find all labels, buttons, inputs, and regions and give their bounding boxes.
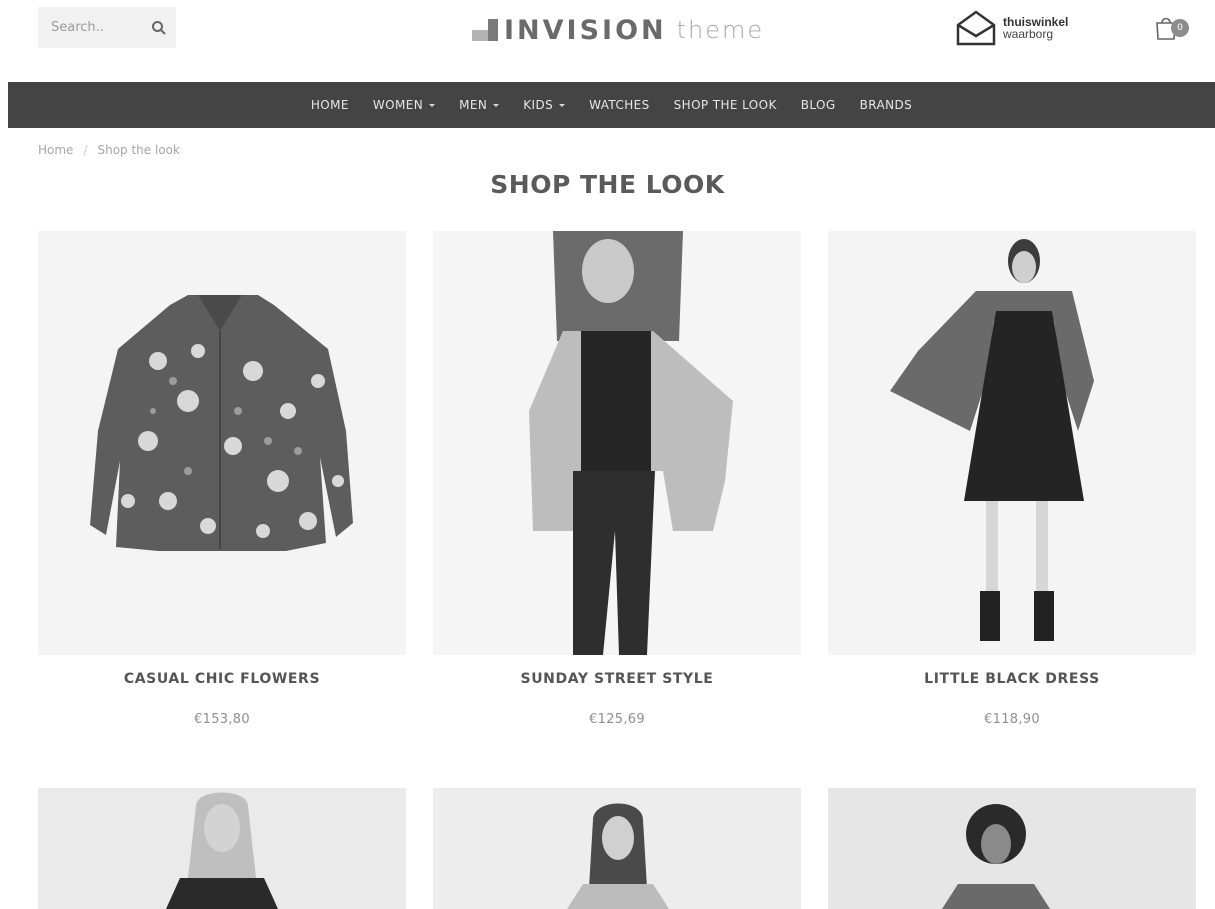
product-card-row2-2[interactable] bbox=[433, 788, 801, 909]
breadcrumb: Home / Shop the look bbox=[38, 143, 180, 157]
product-image[interactable] bbox=[828, 788, 1196, 909]
logo-sub: theme bbox=[676, 16, 765, 44]
house-icon bbox=[955, 9, 997, 47]
nav-label: HOME bbox=[310, 98, 349, 112]
logo-mark-icon bbox=[472, 19, 498, 41]
page-title: SHOP THE LOOK bbox=[490, 170, 725, 199]
product-price: €153,80 bbox=[194, 712, 250, 727]
product-name[interactable]: CASUAL CHIC FLOWERS bbox=[38, 671, 406, 687]
cart-button[interactable]: 0 bbox=[1154, 15, 1192, 41]
nav-item-shop-the-look[interactable]: SHOP THE LOOK bbox=[674, 98, 777, 112]
nav-item-blog[interactable]: BLOG bbox=[801, 98, 836, 112]
nav-label: MEN bbox=[459, 98, 488, 112]
product-image[interactable] bbox=[433, 231, 801, 655]
nav-label: BLOG bbox=[800, 98, 836, 112]
search-input[interactable] bbox=[51, 20, 151, 35]
badge-line2: waarborg bbox=[1003, 27, 1054, 41]
logo-brand: INVISION bbox=[504, 14, 667, 46]
product-card-row2-1[interactable] bbox=[38, 788, 406, 909]
thuiswinkel-badge[interactable]: thuiswinkel waarborg bbox=[955, 9, 1068, 47]
product-card-sunday-street-style[interactable]: SUNDAY STREET STYLE €125,69 bbox=[433, 231, 801, 727]
main-nav: HOME WOMEN MEN KIDS WATCHES SHOP THE LOO… bbox=[8, 82, 1215, 128]
product-name[interactable]: SUNDAY STREET STYLE bbox=[433, 671, 801, 687]
product-card-row2-3[interactable] bbox=[828, 788, 1196, 909]
product-card-casual-chic-flowers[interactable]: CASUAL CHIC FLOWERS €153,80 bbox=[38, 231, 406, 727]
nav-item-watches[interactable]: WATCHES bbox=[589, 98, 650, 112]
product-image[interactable] bbox=[38, 788, 406, 909]
breadcrumb-separator: / bbox=[83, 143, 88, 157]
nav-label: BRANDS bbox=[859, 98, 913, 112]
product-image[interactable] bbox=[828, 231, 1196, 655]
product-image[interactable] bbox=[38, 231, 406, 655]
search-box[interactable] bbox=[38, 7, 176, 48]
site-header: INVISION theme thuiswinkel waarborg 0 bbox=[0, 0, 1215, 82]
product-image[interactable] bbox=[433, 788, 801, 909]
nav-label: SHOP THE LOOK bbox=[673, 98, 777, 112]
site-logo[interactable]: INVISION theme bbox=[472, 12, 764, 48]
nav-label: WATCHES bbox=[589, 98, 650, 112]
product-name[interactable]: LITTLE BLACK DRESS bbox=[828, 671, 1196, 687]
search-icon[interactable] bbox=[151, 20, 167, 36]
nav-item-home[interactable]: HOME bbox=[311, 98, 349, 112]
nav-item-men[interactable]: MEN bbox=[459, 98, 500, 112]
nav-label: WOMEN bbox=[372, 98, 424, 112]
nav-item-kids[interactable]: KIDS bbox=[523, 98, 566, 112]
cart-count-badge: 0 bbox=[1171, 19, 1189, 37]
caret-down-icon bbox=[429, 103, 436, 107]
nav-label: KIDS bbox=[523, 98, 554, 112]
breadcrumb-current: Shop the look bbox=[97, 143, 180, 157]
product-card-little-black-dress[interactable]: LITTLE BLACK DRESS €118,90 bbox=[828, 231, 1196, 727]
caret-down-icon bbox=[493, 103, 500, 107]
product-price: €118,90 bbox=[984, 712, 1040, 727]
breadcrumb-home[interactable]: Home bbox=[38, 143, 73, 157]
nav-item-brands[interactable]: BRANDS bbox=[860, 98, 913, 112]
caret-down-icon bbox=[559, 103, 566, 107]
nav-item-women[interactable]: WOMEN bbox=[372, 98, 436, 112]
product-price: €125,69 bbox=[589, 712, 645, 727]
